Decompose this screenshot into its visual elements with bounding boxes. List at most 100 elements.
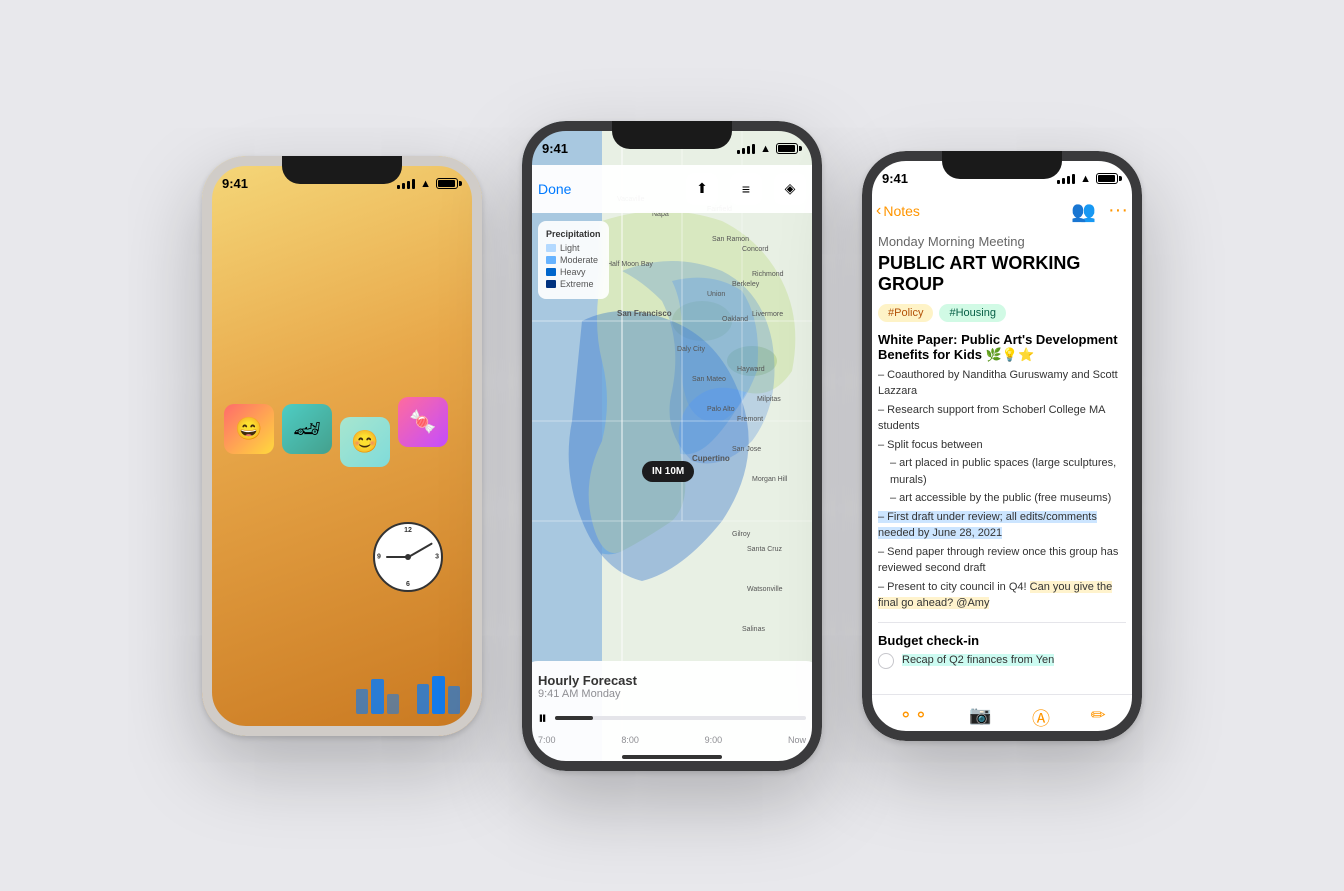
notes-share-icon[interactable]: 👥	[1071, 199, 1096, 224]
legend-color-moderate	[546, 256, 556, 264]
clock-face: 12 3 6 9	[373, 522, 443, 592]
status-icons-phone1: ▲	[397, 178, 462, 190]
notes-signal-icon	[1057, 174, 1075, 184]
svg-text:Daly City: Daly City	[677, 346, 706, 353]
map-right-icons: ⬆ ≡ ◈	[686, 173, 806, 205]
svg-text:Fremont: Fremont	[737, 416, 763, 423]
home-indicator	[622, 755, 722, 759]
checklist-item: Recap of Q2 finances from Yen	[878, 652, 1126, 669]
timeline-label-2: 8:00	[621, 735, 639, 745]
map-toolbar: Done ⬆ ≡ ◈	[522, 165, 822, 213]
map-status-time: 9:41	[542, 141, 568, 156]
svg-text:Morgan Hill: Morgan Hill	[752, 476, 788, 483]
map-bottom-panel: Hourly Forecast 9:41 AM Monday ⏸ 7:00 8:…	[522, 661, 822, 771]
svg-text:San Francisco: San Francisco	[617, 309, 672, 318]
timeline-label-now: Now	[788, 735, 806, 745]
list-item: 😊	[340, 417, 390, 470]
forecast-title: Hourly Forecast	[538, 673, 637, 688]
notes-status-time: 9:41	[882, 171, 908, 186]
notch-phone2	[612, 121, 732, 149]
svg-text:Union: Union	[707, 291, 725, 298]
rain-marker: IN 10M	[642, 461, 694, 482]
highlighted-text-blue: – First draft under review; all edits/co…	[878, 511, 1097, 540]
svg-text:Cupertino: Cupertino	[692, 454, 730, 463]
notes-back-label: Notes	[883, 203, 920, 219]
notes-text-block: – Coauthored by Nanditha Guruswamy and S…	[878, 367, 1126, 612]
clock-center	[405, 554, 411, 560]
meeting-title: Monday Morning Meeting	[878, 234, 1126, 249]
markup-icon[interactable]: Ⓐ	[1032, 705, 1050, 731]
note-line-5: – art accessible by the public (free mus…	[878, 490, 1126, 507]
tag-policy[interactable]: #Policy	[878, 304, 933, 322]
timeline-label-3: 9:00	[705, 735, 723, 745]
check-circle[interactable]	[878, 653, 894, 669]
notes-body: Monday Morning Meeting PUBLIC ART WORKIN…	[862, 232, 1142, 694]
svg-text:Oakland: Oakland	[722, 316, 748, 323]
phone3: 9:41 ▲ ‹	[862, 151, 1142, 741]
legend-heavy: Heavy	[546, 267, 601, 277]
map-legend: Precipitation Light Moderate Heavy Extre…	[538, 221, 609, 299]
notes-battery-icon	[1096, 173, 1122, 184]
map-done-button[interactable]: Done	[538, 181, 571, 197]
map-battery-icon	[776, 143, 802, 154]
whitepaper-title: White Paper: Public Art's Development Be…	[878, 332, 1126, 363]
map-status-icons: ▲	[737, 143, 802, 155]
svg-text:San Ramon: San Ramon	[712, 236, 749, 243]
svg-text:Half Moon Bay: Half Moon Bay	[607, 261, 653, 268]
wifi-icon: ▲	[420, 178, 431, 190]
map-layers-button[interactable]: ◈	[774, 173, 806, 205]
forecast-time: 9:41 AM Monday	[538, 688, 637, 700]
svg-text:Gilroy: Gilroy	[732, 531, 751, 538]
svg-text:Milpitas: Milpitas	[757, 396, 781, 403]
phone2: San Francisco Daly City San Mateo Oaklan…	[522, 121, 822, 771]
tag-housing[interactable]: #Housing	[939, 304, 1005, 322]
notes-main-title: PUBLIC ART WORKING GROUP	[878, 253, 1126, 296]
legend-extreme: Extreme	[546, 279, 601, 289]
legend-light: Light	[546, 243, 601, 253]
forecast-progress-bar[interactable]	[555, 716, 806, 720]
legend-color-heavy	[546, 268, 556, 276]
forecast-timeline: 7:00 8:00 9:00 Now	[538, 735, 806, 745]
compose-icon[interactable]: ✏	[1091, 705, 1106, 731]
forecast-progress-fill	[555, 716, 593, 720]
map-list-button[interactable]: ≡	[730, 173, 762, 205]
tag-row: #Policy #Housing	[878, 304, 1126, 322]
map-location-button[interactable]: ⬆	[686, 173, 718, 205]
legend-moderate: Moderate	[546, 255, 601, 265]
note-line-3: – Split focus between	[878, 437, 1126, 454]
map-wifi-icon: ▲	[760, 143, 771, 155]
svg-text:San Mateo: San Mateo	[692, 376, 726, 383]
legend-color-light	[546, 244, 556, 252]
status-time-phone1: 9:41	[222, 176, 248, 191]
play-pause-button[interactable]: ⏸	[538, 708, 547, 729]
checklist-icon[interactable]: ⚬⚬	[898, 705, 928, 731]
note-line-7: – Send paper through review once this gr…	[878, 544, 1126, 577]
back-arrow-icon: ‹	[876, 202, 881, 220]
marker-label: IN 10M	[642, 461, 694, 482]
svg-text:Richmond: Richmond	[752, 271, 784, 278]
camera-icon[interactable]: 📷	[969, 705, 991, 731]
notes-status-icons: ▲	[1057, 173, 1122, 185]
svg-text:San Jose: San Jose	[732, 446, 761, 453]
svg-text:Palo Alto: Palo Alto	[707, 406, 735, 413]
notch-phone3	[942, 151, 1062, 179]
notes-back-button[interactable]: ‹ Notes	[876, 202, 920, 220]
svg-text:Concord: Concord	[742, 246, 769, 253]
notes-more-icon[interactable]: ···	[1108, 199, 1128, 224]
clock-minute-hand	[408, 542, 433, 557]
svg-text:Salinas: Salinas	[742, 626, 765, 633]
note-line-1: – Coauthored by Nanditha Guruswamy and S…	[878, 367, 1126, 400]
notch-phone1	[282, 156, 402, 184]
precipitation-label: Precipitation	[546, 229, 601, 239]
forecast-player: ⏸	[538, 708, 806, 729]
highlighted-text-yellow: Can you give the final go ahead? @Amy	[878, 581, 1112, 610]
battery-icon	[436, 178, 462, 189]
svg-text:Berkeley: Berkeley	[732, 281, 760, 288]
highlighted-text-teal: Recap of Q2 finances from Yen	[902, 654, 1054, 666]
svg-text:Watsonville: Watsonville	[747, 586, 783, 593]
budget-label: Budget check-in	[878, 633, 1126, 648]
note-line-8: – Present to city council in Q4! Can you…	[878, 579, 1126, 612]
checklist-text: Recap of Q2 finances from Yen	[902, 652, 1054, 669]
note-line-6: – First draft under review; all edits/co…	[878, 509, 1126, 542]
svg-text:Santa Cruz: Santa Cruz	[747, 546, 783, 553]
